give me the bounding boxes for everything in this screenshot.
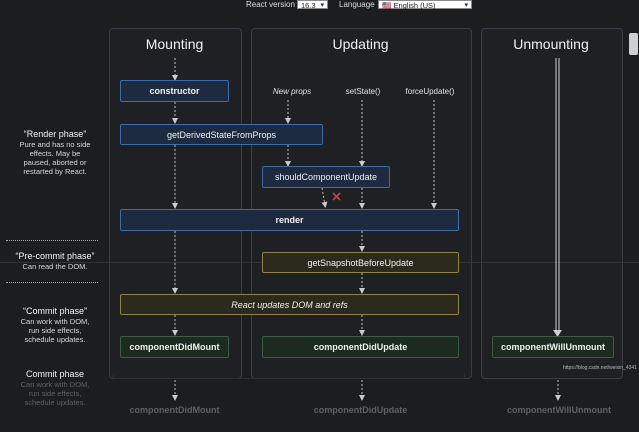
commit-phase-desc-1: Can work with DOM, — [20, 317, 90, 326]
ghost-commit-desc-1: Can work with DOM, — [20, 380, 90, 389]
did-mount-box[interactable]: componentDidMount — [120, 336, 229, 358]
dom-update-box[interactable]: React updates DOM and refs — [120, 294, 459, 315]
ghost-will-unmount: componentWillUnmount — [507, 405, 611, 415]
render-phase-desc-3: paused, aborted or — [23, 158, 87, 167]
phase-separator — [6, 282, 98, 283]
render-phase-note: “Render phase” Pure and has no side effe… — [5, 129, 105, 176]
precommit-phase-note: “Pre-commit phase” Can read the DOM. — [5, 251, 105, 271]
ghost-commit-desc-3: schedule updates. — [24, 398, 86, 407]
render-box[interactable]: render — [120, 209, 459, 231]
get-derived-state-box[interactable]: getDerivedStateFromProps — [120, 124, 323, 145]
ghost-commit-title: Commit phase — [25, 369, 85, 379]
ghost-did-mount: componentDidMount — [129, 405, 220, 415]
commit-phase-title: “Commit phase” — [22, 306, 87, 316]
watermark: https://blog.csdn.net/weixin_4​3​4​1​ — [563, 365, 637, 371]
precommit-phase-title: “Pre-commit phase” — [15, 251, 95, 261]
should-component-update-box[interactable]: shouldComponentUpdate — [262, 166, 390, 188]
commit-phase-note: “Commit phase” Can work with DOM, run si… — [5, 306, 105, 344]
will-unmount-box[interactable]: componentWillUnmount — [492, 336, 614, 358]
arrow-scu-cancel — [321, 187, 328, 208]
precommit-phase-desc: Can read the DOM. — [22, 262, 88, 271]
commit-phase-desc-2: run side effects, — [28, 326, 82, 335]
constructor-box[interactable]: constructor — [120, 80, 229, 102]
render-phase-desc-2: effects. May be — [29, 149, 81, 158]
cancel-x-icon — [332, 192, 341, 201]
get-snapshot-box[interactable]: getSnapshotBeforeUpdate — [262, 252, 459, 273]
render-phase-title: “Render phase” — [23, 129, 87, 139]
ghost-dom-update-edge — [113, 373, 465, 379]
phase-separator — [6, 240, 98, 241]
ghost-commit-desc-2: run side effects, — [28, 389, 82, 398]
commit-phase-desc-3: schedule updates. — [24, 335, 86, 344]
scrollbar-thumb[interactable] — [629, 33, 638, 55]
did-update-box[interactable]: componentDidUpdate — [262, 336, 459, 358]
ghost-commit-note: Commit phase Can work with DOM, run side… — [5, 369, 105, 407]
ghost-did-update: componentDidUpdate — [313, 405, 408, 415]
render-phase-desc-1: Pure and has no side — [19, 140, 91, 149]
render-phase-desc-4: restarted by React. — [23, 167, 87, 176]
